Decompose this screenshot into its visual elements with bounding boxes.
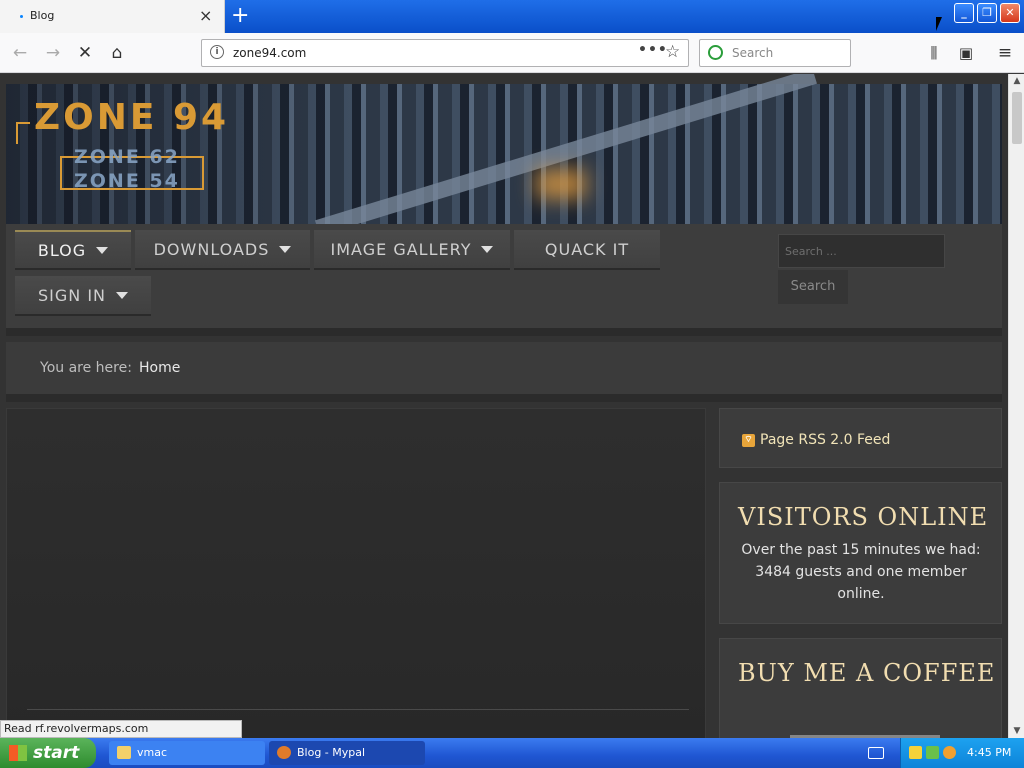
content-divider	[27, 709, 689, 710]
site-search-input[interactable]: Search ...	[778, 234, 945, 268]
menu-quack-it-label: QUACK IT	[544, 239, 630, 259]
folder-icon	[117, 746, 131, 759]
banner-glow-decoration	[536, 169, 586, 199]
page-scrollbar[interactable]: ▲ ▼	[1008, 74, 1024, 738]
breadcrumb-label: You are here:	[40, 360, 132, 376]
divider	[6, 394, 1002, 402]
clock[interactable]: 4:45 PM	[967, 746, 1011, 759]
menu-downloads-label: DOWNLOADS	[153, 239, 270, 259]
menu-sign-in-label: SIGN IN	[37, 285, 106, 305]
breadcrumb: You are here: Home	[6, 342, 1002, 394]
menu-image-gallery[interactable]: IMAGE GALLERY	[314, 230, 510, 270]
title-bar: Blog × + _ ❐ ✕	[0, 0, 1024, 33]
sidebar-icon[interactable]: ▣	[954, 42, 978, 64]
logo-main-text: ZONE 94	[34, 97, 230, 138]
scrollbar-thumb[interactable]	[1012, 92, 1022, 144]
buy-me-coffee-panel: BUY ME A COFFEE	[719, 638, 1002, 738]
visitors-online-text: Over the past 15 minutes we had: 3484 gu…	[741, 542, 981, 602]
rss-feed-link[interactable]: Page RSS 2.0 Feed	[760, 432, 890, 448]
task-vmac[interactable]: vmac	[109, 741, 265, 765]
chevron-down-icon	[116, 291, 128, 299]
mouse-cursor-icon	[936, 17, 942, 31]
site-banner[interactable]: ZONE 94 ZONE 62 ZONE 54	[6, 74, 1002, 236]
visitors-online-title: VISITORS ONLINE	[738, 503, 989, 531]
status-tooltip: Read rf.revolvermaps.com	[0, 720, 242, 738]
site-search-placeholder: Search ...	[785, 245, 837, 258]
browser-search-input[interactable]: Search	[699, 39, 851, 67]
mypal-browser-icon	[277, 746, 291, 759]
rss-panel: ⌔ Page RSS 2.0 Feed	[719, 408, 1002, 468]
rss-icon[interactable]: ⌔	[742, 434, 755, 447]
divider	[6, 328, 1002, 336]
menu-blog-label: BLOG	[37, 240, 87, 260]
task-vmac-label: vmac	[137, 746, 168, 759]
scroll-up-icon[interactable]: ▲	[1011, 76, 1023, 86]
breadcrumb-home: Home	[139, 360, 181, 376]
page-actions-icon[interactable]: •••	[638, 42, 668, 58]
system-tray: 4:45 PM	[900, 738, 1024, 768]
url-bar[interactable]: i zone94.com ••• ☆	[201, 39, 689, 67]
menu-icon[interactable]: ≡	[993, 42, 1017, 64]
windows-flag-icon	[9, 745, 27, 761]
back-icon[interactable]: ←	[8, 42, 32, 64]
stop-icon[interactable]: ✕	[73, 42, 97, 64]
browser-search-placeholder: Search	[732, 46, 774, 60]
chevron-down-icon	[481, 245, 494, 253]
network-icon[interactable]	[926, 746, 939, 759]
keyboard-icon[interactable]	[868, 747, 884, 759]
menu-downloads[interactable]: DOWNLOADS	[135, 230, 310, 270]
menu-quack-it[interactable]: QUACK IT	[514, 230, 660, 270]
site-navigation: BLOG DOWNLOADS IMAGE GALLERY QUACK IT SI…	[6, 224, 1002, 328]
restore-button[interactable]: ❐	[977, 3, 997, 23]
menu-image-gallery-label: IMAGE GALLERY	[330, 239, 472, 259]
chevron-down-icon	[279, 245, 292, 253]
tab-close-icon[interactable]: ×	[199, 7, 212, 25]
site-info-icon[interactable]: i	[210, 45, 224, 59]
site-search-button[interactable]: Search	[778, 270, 848, 304]
tab-blog[interactable]: Blog ×	[0, 0, 225, 33]
security-shield-icon[interactable]	[909, 746, 922, 759]
forward-icon[interactable]: →	[41, 42, 65, 64]
library-icon[interactable]: ⫼	[922, 42, 946, 64]
minimize-button[interactable]: _	[954, 3, 974, 23]
main-content	[6, 408, 706, 738]
loading-dot-icon	[20, 15, 23, 18]
search-tray-icon[interactable]	[943, 746, 956, 759]
buy-me-coffee-title: BUY ME A COFFEE	[738, 659, 996, 687]
taskbar: start vmac Blog - Mypal 4:45 PM	[0, 738, 1024, 768]
home-icon[interactable]: ⌂	[105, 42, 129, 64]
url-text[interactable]: zone94.com	[233, 46, 306, 60]
visitors-online-panel: VISITORS ONLINE Over the past 15 minutes…	[719, 482, 1002, 624]
site-logo[interactable]: ZONE 94 ZONE 62 ZONE 54	[16, 94, 256, 192]
start-button[interactable]: start	[0, 738, 96, 768]
task-blog-mypal-label: Blog - Mypal	[297, 746, 366, 759]
logo-frame-left	[16, 122, 30, 144]
logo-sub-text-2: ZONE 54	[74, 170, 180, 192]
navigation-toolbar: ← → ✕ ⌂ i zone94.com ••• ☆ Search ⫼ ▣ ≡	[0, 33, 1024, 73]
logo-sub-text-1: ZONE 62	[74, 146, 180, 168]
menu-sign-in[interactable]: SIGN IN	[15, 276, 151, 316]
close-window-button[interactable]: ✕	[1000, 3, 1020, 23]
task-blog-mypal[interactable]: Blog - Mypal	[269, 741, 425, 765]
start-label: start	[33, 743, 80, 763]
search-icon	[708, 45, 723, 60]
banner-rail-decoration	[315, 74, 817, 236]
menu-blog[interactable]: BLOG	[15, 230, 131, 270]
web-page: ZONE 94 ZONE 62 ZONE 54 BLOG DOWNLOADS I…	[0, 74, 1008, 738]
chevron-down-icon	[96, 246, 109, 254]
new-tab-icon[interactable]: +	[231, 4, 249, 28]
scroll-down-icon[interactable]: ▼	[1011, 726, 1023, 736]
tab-title: Blog	[30, 9, 55, 22]
bookmark-star-icon[interactable]: ☆	[665, 42, 680, 62]
